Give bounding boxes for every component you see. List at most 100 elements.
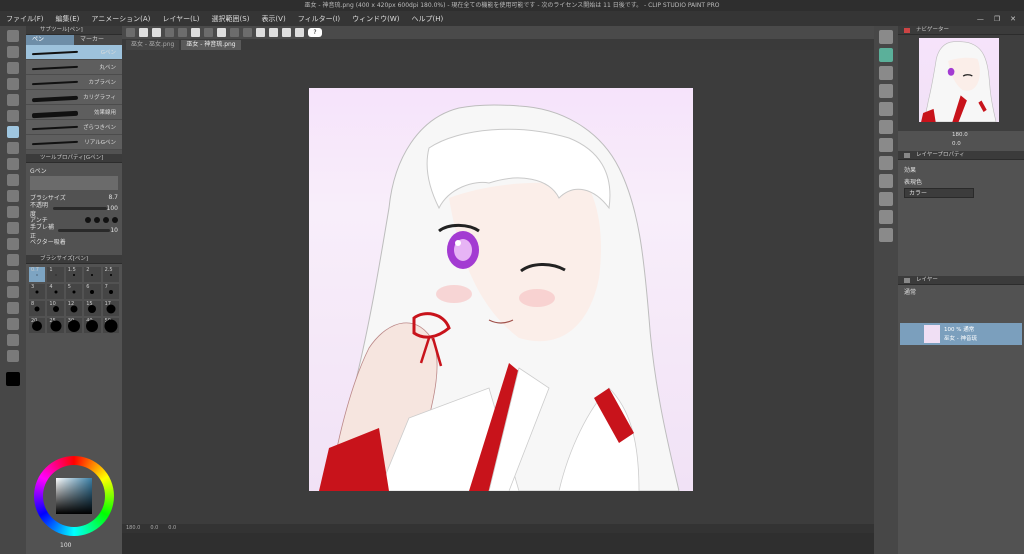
maximize-button[interactable]: ❐ (994, 15, 1000, 23)
size-cell[interactable]: 4 (47, 284, 64, 299)
crop-icon[interactable] (230, 28, 239, 37)
menu-help[interactable]: ヘルプ(H) (411, 14, 443, 24)
item-bank-icon[interactable] (879, 156, 893, 170)
size-cell[interactable]: 15 (84, 301, 101, 316)
size-cell[interactable]: 30 (65, 318, 83, 333)
size-cell[interactable]: 3 (29, 284, 46, 299)
close-button[interactable]: ✕ (1010, 15, 1016, 23)
clear-icon[interactable] (191, 28, 200, 37)
pencil-tool-icon[interactable] (7, 142, 19, 154)
size-cell[interactable]: 1.5 (65, 267, 83, 282)
color-wheel[interactable] (34, 456, 114, 536)
sub-view-icon[interactable] (879, 174, 893, 188)
menu-window[interactable]: ウィンドウ(W) (352, 14, 399, 24)
history-icon[interactable] (879, 120, 893, 134)
size-cell[interactable]: 5 (65, 284, 83, 299)
zoom-icon[interactable] (879, 30, 893, 44)
airbrush-tool-icon[interactable] (7, 174, 19, 186)
size-cell[interactable]: 7 (102, 284, 119, 299)
stabilization-slider[interactable] (58, 229, 111, 232)
eraser-tool-icon[interactable] (7, 206, 19, 218)
rotation-readout[interactable]: 0.0 (168, 524, 176, 533)
new-file-icon[interactable] (126, 28, 135, 37)
save-icon[interactable] (152, 28, 161, 37)
stabilization-value[interactable]: 10 (110, 227, 118, 234)
main-color-swatch[interactable] (6, 372, 20, 386)
correct-line-tool-icon[interactable] (7, 350, 19, 362)
auto-action-icon[interactable] (879, 138, 893, 152)
brush-item[interactable]: 効果線用 (26, 105, 122, 120)
size-cell[interactable]: 0.7 (29, 267, 46, 282)
material-icon[interactable] (879, 102, 893, 116)
size-cell[interactable]: 20 (29, 318, 46, 333)
brush-item[interactable]: 丸ペン (26, 60, 122, 75)
brush-item[interactable]: Gペン (26, 45, 122, 60)
lasso-tool-icon[interactable] (7, 94, 19, 106)
size-cell[interactable]: 17 (102, 301, 119, 316)
eyedropper-tool-icon[interactable] (7, 110, 19, 122)
brush-tool-icon[interactable] (7, 158, 19, 170)
navigator-thumbnail[interactable] (919, 38, 999, 122)
fill-icon[interactable] (256, 28, 265, 37)
navigator-zoom-value[interactable]: 180.0 (952, 132, 968, 138)
transform-icon[interactable] (204, 28, 213, 37)
brush-item[interactable]: リアルGペン (26, 135, 122, 150)
tab-document-1[interactable]: 巫女 - 巫女.png (126, 40, 180, 50)
zoom-readout[interactable]: 180.0 (126, 524, 140, 533)
minimize-button[interactable]: — (977, 15, 984, 23)
size-cell[interactable]: 6 (84, 284, 101, 299)
timeline-icon[interactable] (879, 210, 893, 224)
menu-animation[interactable]: アニメーション(A) (91, 14, 150, 24)
move-tool-icon[interactable] (7, 62, 19, 74)
figure-tool-icon[interactable] (7, 270, 19, 282)
hand-tool-icon[interactable] (7, 46, 19, 58)
opacity-slider[interactable] (53, 207, 107, 210)
menu-selection[interactable]: 選択範囲(S) (212, 14, 250, 24)
invert-selection-icon[interactable] (243, 28, 252, 37)
special-ruler-snap-icon[interactable] (282, 28, 291, 37)
fill-tool-icon[interactable] (7, 238, 19, 250)
size-cell[interactable]: 1 (47, 267, 64, 282)
menu-edit[interactable]: 編集(E) (56, 14, 80, 24)
gradient-tool-icon[interactable] (7, 254, 19, 266)
deselect-icon[interactable] (217, 28, 226, 37)
undo-icon[interactable] (165, 28, 174, 37)
subtab-pen[interactable]: ペン (26, 35, 74, 45)
navigator-angle-value[interactable]: 0.0 (952, 141, 961, 147)
opacity-value[interactable]: 100 (107, 205, 118, 212)
size-cell[interactable]: 50 (102, 318, 119, 333)
layer-copy-icon[interactable] (879, 84, 893, 98)
blend-tool-icon[interactable] (7, 222, 19, 234)
pen-tool-icon[interactable] (7, 126, 19, 138)
close-canvas-icon[interactable] (879, 48, 893, 62)
subtab-marker[interactable]: マーカー (74, 35, 122, 45)
grid-snap-icon[interactable] (295, 28, 304, 37)
ruler-tool-icon[interactable] (7, 302, 19, 314)
menu-filter[interactable]: フィルター(I) (298, 14, 340, 24)
size-cell[interactable]: 40 (84, 318, 101, 333)
brush-item[interactable]: カブラペン (26, 75, 122, 90)
menu-view[interactable]: 表示(V) (261, 14, 285, 24)
help-button[interactable]: ? (308, 28, 322, 37)
layer-row[interactable]: 100 % 通常 巫女 - 神音琉 (900, 323, 1022, 345)
animation-cels-icon[interactable] (879, 228, 893, 242)
zoom-tool-icon[interactable] (7, 30, 19, 42)
saturation-value-square[interactable] (56, 478, 92, 514)
layer-new-icon[interactable] (879, 66, 893, 80)
size-cell[interactable]: 25 (47, 318, 64, 333)
brush-item[interactable]: ざらつきペン (26, 120, 122, 135)
tab-document-2[interactable]: 巫女 - 神音琉.png (181, 40, 241, 50)
layer-search-icon[interactable] (879, 192, 893, 206)
balloon-tool-icon[interactable] (7, 334, 19, 346)
decoration-tool-icon[interactable] (7, 190, 19, 202)
menu-layer[interactable]: レイヤー(L) (162, 14, 199, 24)
selection-tool-icon[interactable] (7, 78, 19, 90)
size-cell[interactable]: 2 (84, 267, 101, 282)
brush-size-value[interactable]: 8.7 (108, 194, 118, 201)
expression-color-select[interactable]: カラー (904, 188, 974, 198)
size-cell[interactable]: 8 (29, 301, 46, 316)
blend-mode-select[interactable]: 通常 (904, 287, 916, 296)
size-cell[interactable]: 10 (47, 301, 64, 316)
open-file-icon[interactable] (139, 28, 148, 37)
size-cell[interactable]: 2.5 (102, 267, 119, 282)
